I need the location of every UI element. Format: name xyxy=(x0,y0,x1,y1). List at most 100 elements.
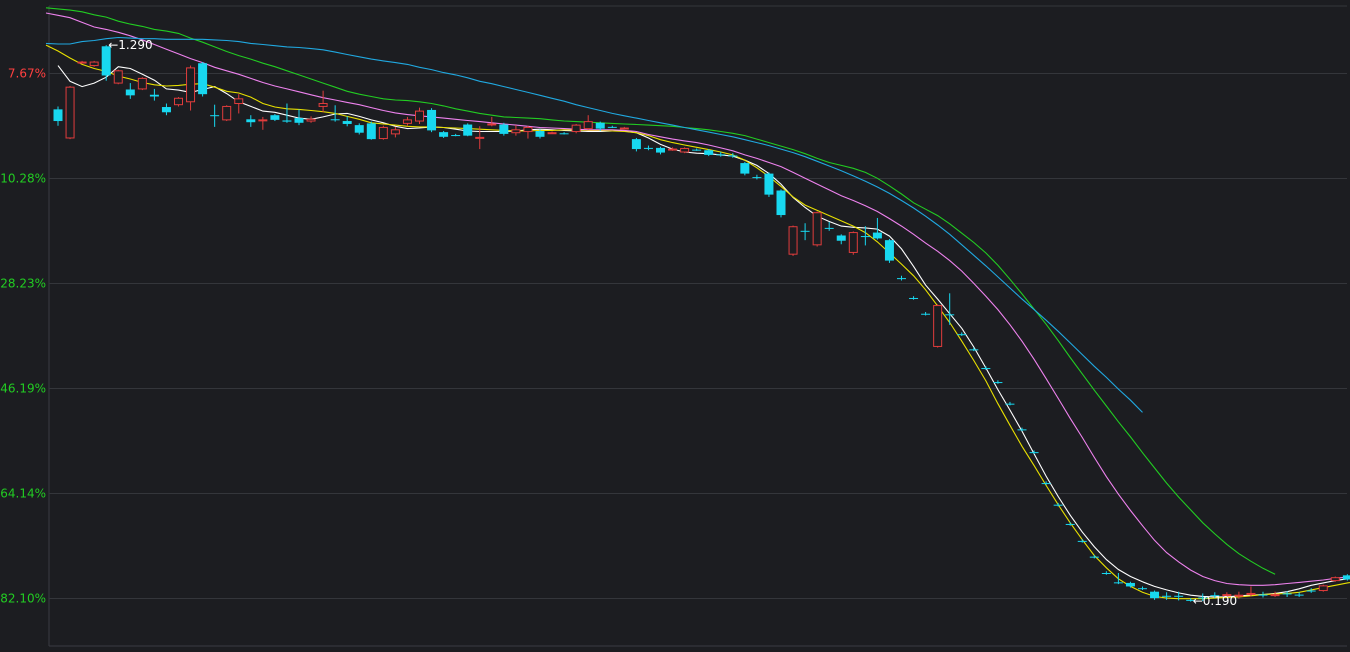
ma-line-1 xyxy=(57,65,1350,598)
candle xyxy=(65,86,75,140)
candle-body xyxy=(824,227,834,229)
candle-body xyxy=(1113,582,1123,584)
annotations: ←1.290 ←0.190 xyxy=(108,38,1237,608)
ma-line-4 xyxy=(45,7,1276,575)
candle xyxy=(523,125,533,139)
candle xyxy=(234,94,244,114)
candle-body xyxy=(463,124,473,136)
candle-body xyxy=(535,130,545,137)
candle xyxy=(390,126,400,138)
candle xyxy=(1053,502,1063,507)
candle xyxy=(161,103,171,116)
candle-body xyxy=(390,129,400,135)
y-tick-label: 7.67% xyxy=(8,67,46,81)
candle-body xyxy=(559,133,569,135)
candle xyxy=(933,304,943,348)
candle-body xyxy=(1162,595,1172,597)
candle xyxy=(198,62,208,97)
candle xyxy=(619,126,629,130)
candle xyxy=(656,146,665,155)
candle xyxy=(258,116,268,130)
candle-body xyxy=(776,190,786,216)
candle xyxy=(631,137,641,152)
candle-body xyxy=(583,121,593,130)
candle-body xyxy=(1138,588,1147,590)
candle-body xyxy=(800,230,810,232)
candle xyxy=(547,131,557,135)
candle-body xyxy=(65,86,75,139)
candle-body xyxy=(1150,591,1160,599)
candle xyxy=(246,115,256,127)
candle-body xyxy=(1077,540,1087,542)
candle xyxy=(174,97,183,107)
candle xyxy=(1029,450,1039,454)
candle xyxy=(125,83,135,99)
candle-body xyxy=(993,382,1003,384)
candle-body xyxy=(246,119,256,123)
candle-body xyxy=(595,122,605,129)
candle-body xyxy=(523,126,533,133)
candle xyxy=(282,103,292,123)
candle xyxy=(1113,573,1123,585)
candle xyxy=(776,189,786,218)
candle-body xyxy=(1125,582,1135,587)
candle-body xyxy=(1258,594,1268,596)
candle xyxy=(487,116,497,127)
candle xyxy=(499,122,509,136)
candle xyxy=(1101,571,1111,575)
candle xyxy=(981,366,991,370)
candle-body xyxy=(752,177,762,179)
candle xyxy=(1138,586,1147,590)
candle-body xyxy=(1270,594,1280,597)
candle xyxy=(909,296,919,300)
candle-body xyxy=(680,147,690,153)
candle-body xyxy=(378,126,388,140)
candle xyxy=(53,106,63,126)
candle-body xyxy=(475,136,485,139)
y-tick-label: -28.23% xyxy=(0,277,46,291)
candle-body xyxy=(607,126,617,128)
candle-body xyxy=(1053,504,1063,506)
candle-body xyxy=(933,305,943,347)
candle xyxy=(463,123,473,137)
candle-body xyxy=(330,119,340,121)
candle-body xyxy=(210,115,220,117)
candle-body xyxy=(451,135,461,137)
y-tick-label: -46.19% xyxy=(0,382,46,396)
candle-body xyxy=(969,349,979,351)
ma-line-5 xyxy=(45,36,1143,413)
candle xyxy=(788,225,798,256)
grid-lines xyxy=(48,5,1347,647)
candle-body xyxy=(860,236,870,238)
candle-body xyxy=(1246,592,1256,595)
price-annotation: ←0.190 xyxy=(1193,594,1237,608)
candle-body xyxy=(716,154,726,156)
candle-body xyxy=(788,226,798,255)
candle-body xyxy=(258,119,268,122)
candle-body xyxy=(270,115,280,120)
candle-body xyxy=(294,118,304,123)
candle-body xyxy=(836,235,846,241)
candle-body xyxy=(137,77,147,90)
candle xyxy=(692,148,702,151)
candle-body xyxy=(619,127,629,130)
candle-body xyxy=(740,163,750,174)
candle-body xyxy=(643,147,653,149)
candle-body xyxy=(812,212,822,246)
candle-body xyxy=(1029,452,1039,454)
candle-body xyxy=(656,147,665,153)
candle-body xyxy=(547,132,557,135)
candle-body xyxy=(909,297,919,299)
candle xyxy=(210,104,220,127)
candle-body xyxy=(487,123,497,126)
candle xyxy=(318,90,328,113)
candle xyxy=(1318,584,1328,592)
candle xyxy=(969,347,979,352)
candle-body xyxy=(439,132,449,137)
candle-body xyxy=(1065,523,1075,525)
candle-body xyxy=(764,173,774,195)
candle-body xyxy=(945,314,955,316)
candle-body xyxy=(222,105,232,121)
candle-body xyxy=(125,89,135,96)
candle-body xyxy=(234,98,244,105)
